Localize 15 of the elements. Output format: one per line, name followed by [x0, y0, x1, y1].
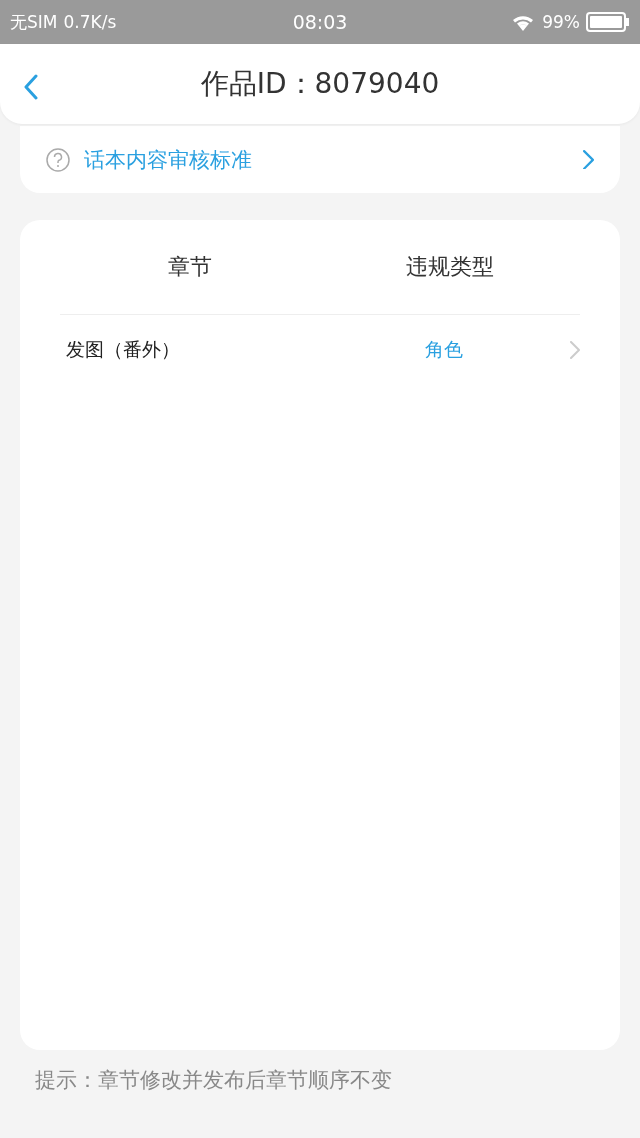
help-icon: [46, 147, 70, 172]
battery-percent: 99%: [542, 12, 580, 32]
violation-type: 角色: [425, 338, 463, 360]
battery-icon: [586, 12, 630, 32]
network-speed: 0.7K/s: [63, 12, 117, 32]
clock-time: 08:03: [292, 11, 348, 33]
chapter-row[interactable]: 发图（番外） 角色: [60, 315, 580, 385]
column-header: 章节: [168, 254, 212, 279]
column-header: 违规类型: [406, 254, 494, 279]
carrier-text: 无SIM: [10, 10, 58, 34]
chapter-name: 发图（番外）: [66, 338, 180, 360]
chevron-right-icon: [570, 341, 580, 359]
page-title: 作品ID：8079040: [200, 66, 440, 102]
hint-text: 提示：章节修改并发布后章节顺序不变: [35, 1068, 392, 1092]
chevron-right-icon: [583, 149, 594, 170]
